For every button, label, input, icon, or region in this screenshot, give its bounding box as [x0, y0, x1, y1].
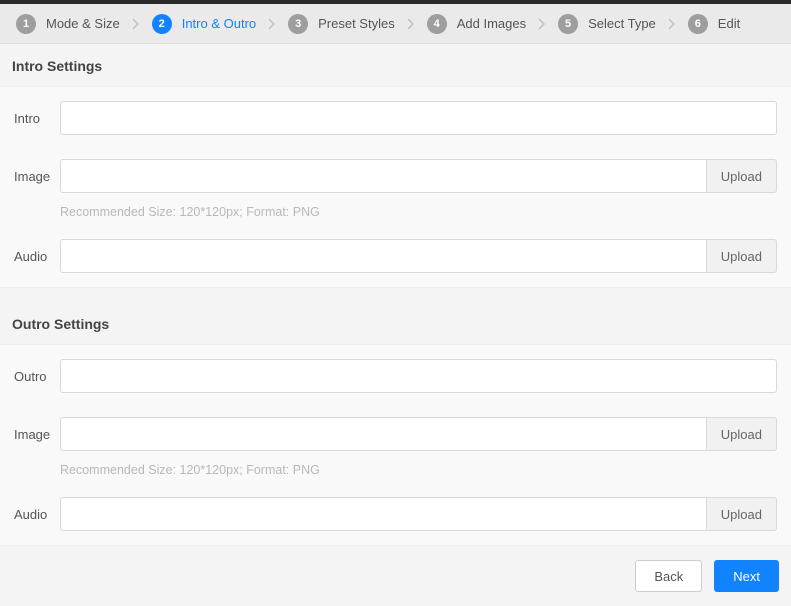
- intro-image-upload-button[interactable]: Upload: [706, 159, 777, 193]
- outro-audio-label: Audio: [14, 507, 60, 522]
- step-number: 6: [688, 14, 708, 34]
- intro-audio-upload-button[interactable]: Upload: [706, 239, 777, 273]
- wizard-stepper: 1 Mode & Size 2 Intro & Outro 3 Preset S…: [0, 4, 791, 44]
- outro-image-label: Image: [14, 427, 60, 442]
- step-label: Preset Styles: [318, 16, 395, 31]
- step-intro-outro[interactable]: 2 Intro & Outro: [146, 14, 262, 34]
- intro-audio-row: Audio Upload: [0, 227, 791, 285]
- outro-audio-input[interactable]: [60, 497, 706, 531]
- step-number: 5: [558, 14, 578, 34]
- outro-label: Outro: [14, 369, 60, 384]
- chevron-right-icon: [668, 18, 676, 30]
- intro-input[interactable]: [60, 101, 777, 135]
- outro-image-upload-button[interactable]: Upload: [706, 417, 777, 451]
- intro-audio-label: Audio: [14, 249, 60, 264]
- chevron-right-icon: [538, 18, 546, 30]
- step-label: Intro & Outro: [182, 16, 256, 31]
- intro-text-row: Intro: [0, 89, 791, 147]
- step-label: Add Images: [457, 16, 526, 31]
- step-number: 2: [152, 14, 172, 34]
- chevron-right-icon: [407, 18, 415, 30]
- step-label: Select Type: [588, 16, 656, 31]
- section-gap: [0, 288, 791, 302]
- step-mode-size[interactable]: 1 Mode & Size: [10, 14, 126, 34]
- outro-image-input[interactable]: [60, 417, 706, 451]
- intro-settings-header: Intro Settings: [0, 44, 791, 86]
- outro-settings-header: Outro Settings: [0, 302, 791, 344]
- step-label: Mode & Size: [46, 16, 120, 31]
- intro-image-label: Image: [14, 169, 60, 184]
- intro-label: Intro: [14, 111, 60, 126]
- step-label: Edit: [718, 16, 740, 31]
- next-button[interactable]: Next: [714, 560, 779, 592]
- step-edit[interactable]: 6 Edit: [682, 14, 746, 34]
- step-number: 3: [288, 14, 308, 34]
- intro-image-input[interactable]: [60, 159, 706, 193]
- step-number: 4: [427, 14, 447, 34]
- outro-audio-row: Audio Upload: [0, 485, 791, 543]
- step-preset-styles[interactable]: 3 Preset Styles: [282, 14, 401, 34]
- outro-settings-body: Outro Image Upload Recommended Size: 120…: [0, 344, 791, 546]
- intro-audio-input[interactable]: [60, 239, 706, 273]
- intro-settings-body: Intro Image Upload Recommended Size: 120…: [0, 86, 791, 288]
- step-number: 1: [16, 14, 36, 34]
- intro-image-hint: Recommended Size: 120*120px; Format: PNG: [0, 205, 791, 227]
- back-button[interactable]: Back: [635, 560, 702, 592]
- chevron-right-icon: [268, 18, 276, 30]
- outro-input[interactable]: [60, 359, 777, 393]
- step-add-images[interactable]: 4 Add Images: [421, 14, 532, 34]
- outro-audio-upload-button[interactable]: Upload: [706, 497, 777, 531]
- outro-text-row: Outro: [0, 347, 791, 405]
- intro-image-row: Image Upload: [0, 147, 791, 205]
- wizard-footer: Back Next: [0, 546, 791, 606]
- outro-image-row: Image Upload: [0, 405, 791, 463]
- step-select-type[interactable]: 5 Select Type: [552, 14, 662, 34]
- outro-image-hint: Recommended Size: 120*120px; Format: PNG: [0, 463, 791, 485]
- chevron-right-icon: [132, 18, 140, 30]
